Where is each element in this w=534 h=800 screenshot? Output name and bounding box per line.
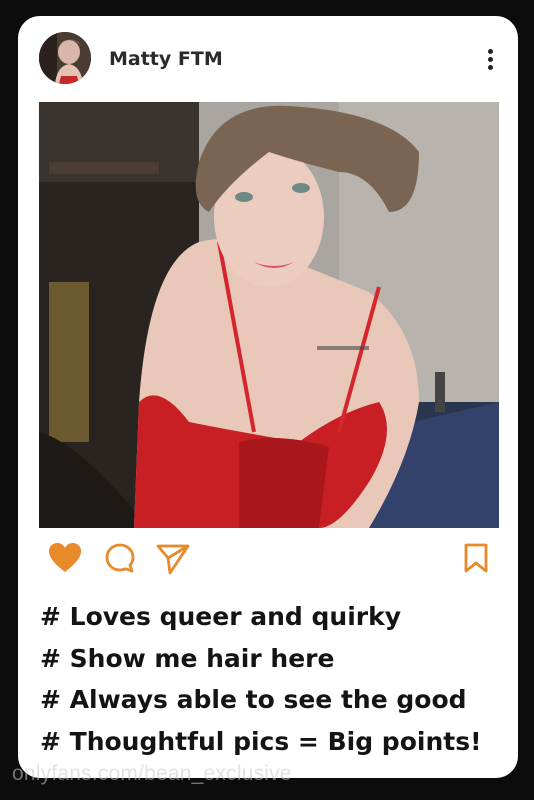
heart-icon[interactable] [48,542,82,578]
photo-image [39,102,499,528]
caption-line: # Thoughtful pics = Big points! [40,726,482,756]
post-header: Matty FTM [18,16,518,102]
caption-line: # Loves queer and quirky [40,602,402,631]
post-photo[interactable] [39,102,499,528]
username[interactable]: Matty FTM [109,48,223,70]
post-card: Matty FTM # Loves queer and quirky # Sho… [18,16,518,778]
avatar[interactable] [39,32,91,84]
caption-line: # Always able to see the good [40,685,467,714]
bookmark-icon[interactable] [463,542,489,578]
avatar-image [39,32,91,84]
action-bar [18,534,518,584]
comment-icon[interactable] [104,542,136,578]
caption-list: # Loves queer and quirky # Show me hair … [40,596,510,762]
watermark: onlyfans.com/bean_exclusive [12,762,292,785]
caption-line: # Show me hair here [40,643,335,673]
more-options-icon[interactable] [481,46,501,72]
send-icon[interactable] [155,542,191,580]
